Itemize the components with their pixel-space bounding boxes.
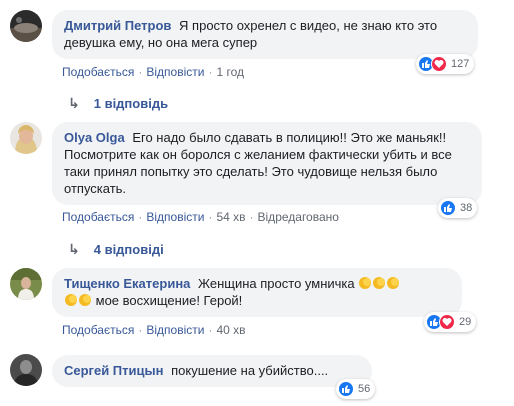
like-button[interactable]: Подобається	[62, 210, 134, 224]
reactions-summary[interactable]: 127	[416, 54, 475, 74]
comment-bubble: Дмитрий Петров Я просто охренел с видео,…	[52, 10, 478, 59]
reply-button[interactable]: Відповісти	[146, 65, 204, 79]
reactions-summary[interactable]: 29	[424, 312, 477, 332]
reactions-count: 29	[459, 316, 472, 328]
reactions-summary[interactable]: 38	[438, 198, 478, 218]
comment-actions: Подобається · Відповісти · 40 хв	[62, 323, 246, 337]
replies-count[interactable]: 1 відповідь	[94, 96, 168, 111]
comment-author[interactable]: Тищенко Екатерина	[64, 276, 190, 291]
clapping-hands-icon	[358, 276, 400, 291]
like-button[interactable]: Подобається	[62, 65, 134, 79]
comment-author[interactable]: Дмитрий Петров	[64, 18, 171, 33]
timestamp[interactable]: 1 год	[216, 65, 244, 79]
comment-actions: Подобається · Відповісти · 54 хв · Відредагова…	[62, 210, 339, 224]
heart-icon	[431, 56, 447, 72]
view-replies-link[interactable]: ↳ 1 відповідь	[68, 95, 168, 112]
like-button[interactable]: Подобається	[62, 323, 134, 337]
comment-author[interactable]: Olya Olga	[64, 130, 125, 145]
timestamp[interactable]: 54 хв	[216, 210, 245, 224]
avatar[interactable]	[10, 122, 42, 154]
reactions-count: 56	[358, 383, 371, 395]
comment-author[interactable]: Сергей Птицын	[64, 363, 163, 378]
avatar[interactable]	[10, 354, 42, 386]
clapping-hands-icon	[64, 293, 96, 308]
heart-icon	[439, 314, 455, 330]
reply-button[interactable]: Відповісти	[146, 323, 204, 337]
replies-count[interactable]: 4 відповіді	[94, 242, 164, 257]
comment-text: Женщина просто умничка	[198, 276, 355, 291]
reply-arrow-icon: ↳	[68, 95, 80, 111]
view-replies-link[interactable]: ↳ 4 відповіді	[68, 241, 164, 258]
avatar[interactable]	[10, 268, 42, 300]
reactions-count: 38	[460, 202, 473, 214]
comment-text-continued: мое восхищение! Герой!	[95, 293, 243, 308]
reply-arrow-icon: ↳	[68, 241, 80, 257]
timestamp[interactable]: 40 хв	[216, 323, 245, 337]
reply-button[interactable]: Відповісти	[146, 210, 204, 224]
edited-label[interactable]: Відредаговано	[258, 210, 339, 224]
like-icon	[440, 200, 456, 216]
avatar[interactable]	[10, 10, 42, 42]
comment-bubble: Сергей Птицын покушение на убийство....	[52, 355, 372, 387]
reactions-count: 127	[451, 58, 470, 70]
reactions-summary[interactable]: 56	[336, 379, 376, 399]
comment-text: покушение на убийство....	[171, 363, 329, 378]
comment-actions: Подобається · Відповісти · 1 год	[62, 65, 244, 79]
like-icon	[338, 381, 354, 397]
comment-bubble: Olya Olga Его надо было сдавать в полици…	[52, 122, 482, 205]
comment-bubble: Тищенко Екатерина Женщина просто умничка…	[52, 268, 462, 317]
